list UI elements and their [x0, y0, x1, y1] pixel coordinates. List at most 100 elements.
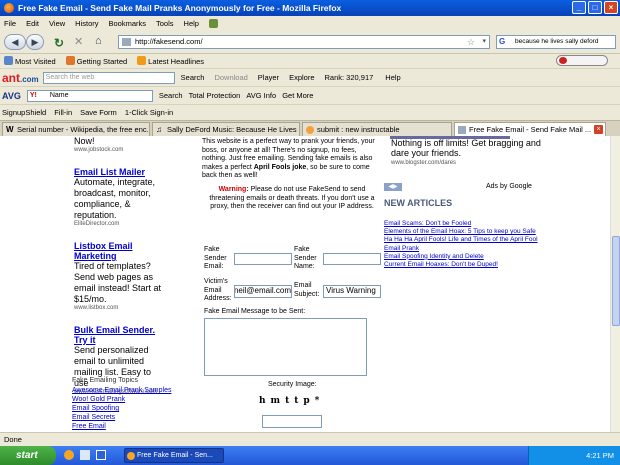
ant-search-input[interactable]: Search the web	[42, 71, 175, 84]
ad-url[interactable]: EliteDirector.com	[74, 221, 166, 227]
system-tray: 4:21 PM	[528, 446, 620, 465]
articles-list: Email Scams: Don't be Fooled Elements of…	[384, 220, 554, 269]
ant-help-button[interactable]: Help	[385, 73, 400, 82]
close-button[interactable]: ×	[604, 1, 618, 14]
ie-quicklaunch-icon[interactable]	[96, 450, 106, 460]
url-bar[interactable]: http://fakesend.com/ ☆ ▾	[118, 35, 490, 49]
back-button[interactable]: ◀	[4, 34, 26, 50]
victim-email-input[interactable]: neil@email.com	[234, 285, 292, 298]
article-link[interactable]: Email Spoofing Identity and Delete	[384, 253, 554, 261]
avg-info-button[interactable]: AVG Info	[246, 91, 276, 100]
adchoices-icon[interactable]: ◀▶	[384, 183, 402, 191]
intro-text: This website is a perfect way to prank y…	[202, 138, 375, 179]
shield-icon[interactable]	[208, 18, 218, 28]
article-link[interactable]: Elements of the Email Hoax: 5 Tips to ke…	[384, 228, 554, 236]
ad-title[interactable]: Bulk Email Sender. Try it	[74, 325, 166, 345]
tab-wikipedia[interactable]: W Serial number - Wikipedia, the free en…	[2, 122, 150, 137]
music-icon: ♫	[156, 125, 162, 134]
ad-title[interactable]: Email List Mailer	[74, 167, 166, 177]
menu-help[interactable]: Help	[184, 19, 199, 28]
bookmark-getting-started[interactable]: Getting Started	[65, 56, 127, 66]
message-label: Fake Email Message to be Sent:	[204, 308, 306, 315]
ant-download-button[interactable]: Download	[214, 73, 247, 82]
tab-sally-deford[interactable]: ♫ Sally DeFord Music: Because He Lives	[152, 122, 300, 137]
tab-close-icon[interactable]: ×	[594, 125, 603, 134]
clock[interactable]: 4:21 PM	[586, 451, 614, 460]
article-link[interactable]: Ha Ha Ha April Fools! Life and Times of …	[384, 236, 554, 244]
topic-link[interactable]: Woo! Gold Prank	[72, 395, 192, 404]
ads-by-google[interactable]: Ads by Google	[486, 183, 532, 190]
article-link[interactable]: Current Email Hoaxes: Don't be Duped!	[384, 261, 554, 269]
minimize-button[interactable]: _	[572, 1, 586, 14]
save-form-button[interactable]: Save Form	[80, 108, 117, 117]
desktop-quicklaunch-icon[interactable]	[80, 450, 90, 460]
avg-logo[interactable]: AVG	[2, 91, 21, 101]
message-textarea[interactable]	[204, 318, 367, 376]
ant-search-button[interactable]: Search	[181, 73, 205, 82]
reload-icon[interactable]: ↻	[54, 36, 64, 50]
ad-title[interactable]: Listbox Email Marketing	[74, 241, 166, 261]
windows-taskbar: start Free Fake Email - Sen... 4:21 PM	[0, 446, 620, 465]
toggle-pill[interactable]	[556, 55, 608, 66]
url-dropdown-icon[interactable]: ▾	[482, 36, 486, 48]
topics-list: Fake Emailing Topics Awesome Email Prank…	[72, 376, 192, 431]
vertical-scrollbar[interactable]	[610, 136, 620, 432]
tab-fakesend[interactable]: Free Fake Email - Send Fake Mail ... ×	[454, 122, 606, 137]
search-field[interactable]: G because he lives sally deford	[496, 35, 616, 49]
avg-search-button[interactable]: Search	[159, 91, 183, 100]
avg-get-more-button[interactable]: Get More	[282, 91, 313, 100]
taskbar-firefox-window[interactable]: Free Fake Email - Sen...	[124, 448, 224, 463]
title-bar: Free Fake Email - Send Fake Mail Pranks …	[0, 0, 620, 16]
right-ad-url[interactable]: www.blogster.com/dares	[391, 160, 456, 166]
article-link[interactable]: Email Scams: Don't be Fooled	[384, 220, 554, 228]
article-link[interactable]: Email Prank	[384, 245, 554, 253]
menu-history[interactable]: History	[75, 19, 98, 28]
topic-link[interactable]: Email Spoofing	[72, 404, 192, 413]
topic-link[interactable]: Awesome Email Prank Samples	[72, 386, 192, 395]
menu-file[interactable]: File	[4, 19, 16, 28]
menu-view[interactable]: View	[49, 19, 65, 28]
bookmarks-toolbar: Most Visited Getting Started Latest Head…	[0, 54, 620, 68]
maximize-button[interactable]: □	[588, 1, 602, 14]
menu-tools[interactable]: Tools	[156, 19, 174, 28]
ant-logo: ant.com	[2, 70, 39, 85]
fakesend-icon	[458, 126, 466, 134]
stop-icon[interactable]: ✕	[74, 35, 83, 48]
firefox-icon	[65, 56, 75, 65]
topic-link[interactable]: Free Email	[72, 422, 192, 431]
ant-explore-button[interactable]: Explore	[289, 73, 314, 82]
subject-input[interactable]: Virus Warning	[323, 285, 381, 298]
scrollbar-thumb[interactable]	[612, 236, 620, 326]
bookmark-latest-headlines[interactable]: Latest Headlines	[137, 56, 204, 66]
menu-bookmarks[interactable]: Bookmarks	[109, 19, 147, 28]
home-icon[interactable]: ⌂	[95, 35, 102, 47]
window-title: Free Fake Email - Send Fake Mail Pranks …	[18, 3, 342, 13]
fill-in-button[interactable]: Fill-in	[54, 108, 72, 117]
signupshield-button[interactable]: SignupShield	[2, 108, 46, 117]
firefox-quicklaunch-icon[interactable]	[64, 450, 74, 460]
firefox-icon	[127, 452, 135, 460]
ad-url[interactable]: www.listbox.com	[74, 305, 166, 311]
warning-label: Warning:	[218, 186, 249, 193]
sender-email-input[interactable]	[234, 253, 292, 265]
url-text: http://fakesend.com/	[135, 37, 203, 46]
topic-link[interactable]: Email Secrets	[72, 413, 192, 422]
avg-total-protection[interactable]: Total Protection	[189, 91, 241, 100]
bookmark-most-visited[interactable]: Most Visited	[4, 56, 56, 66]
sender-name-input[interactable]	[323, 253, 381, 265]
forward-button[interactable]: ▶	[26, 34, 44, 50]
security-image-label: Security Image:	[268, 381, 317, 388]
start-button[interactable]: start	[0, 446, 56, 465]
avg-search-input[interactable]: Y! Name	[26, 89, 153, 102]
yahoo-icon: Y!	[29, 91, 37, 99]
bookmark-star-icon[interactable]: ☆	[467, 36, 475, 48]
one-click-signin-button[interactable]: 1-Click Sign-in	[125, 108, 173, 117]
menu-edit[interactable]: Edit	[26, 19, 39, 28]
captcha-input[interactable]	[262, 415, 322, 428]
april-fools-bold: April Fools joke	[253, 163, 307, 171]
most-visited-icon	[4, 56, 13, 65]
tab-bar: W Serial number - Wikipedia, the free en…	[0, 120, 620, 137]
ant-player-button[interactable]: Player	[258, 73, 279, 82]
signup-toolbar: SignupShield Fill-in Save Form 1-Click S…	[0, 104, 620, 120]
tab-instructables[interactable]: submit : new instructable	[302, 122, 452, 137]
